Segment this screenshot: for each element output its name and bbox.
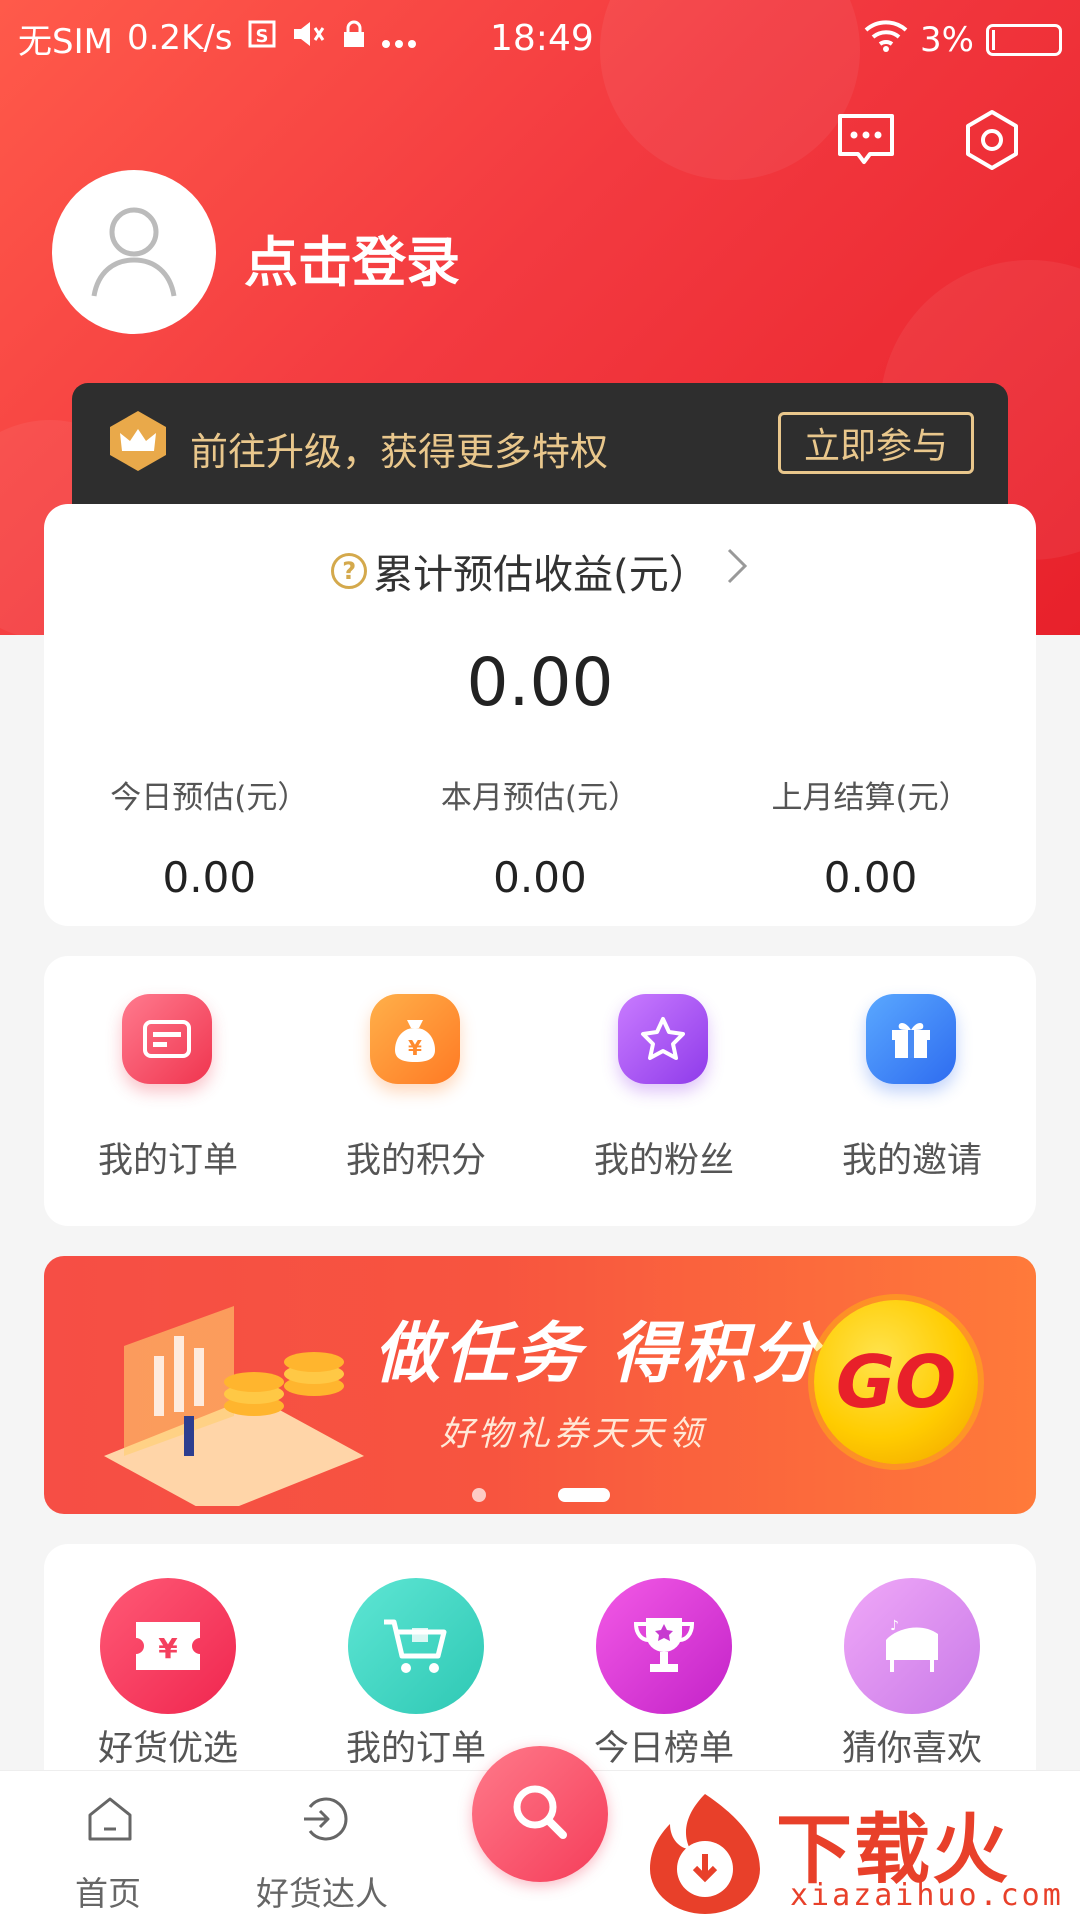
feature-item-orders[interactable]: 我的订单 xyxy=(292,1544,540,1784)
star-icon xyxy=(618,994,708,1084)
screenshot-icon: S xyxy=(247,18,277,58)
settings-button[interactable] xyxy=(960,108,1024,172)
menu-item-fans[interactable]: 我的粉丝 xyxy=(540,956,788,1226)
login-link[interactable]: 点击登录 xyxy=(244,218,460,297)
coupon-yen-icon: ¥ xyxy=(100,1578,236,1714)
menu-label: 我的积分 xyxy=(345,1141,486,1181)
question-icon[interactable]: ? xyxy=(331,553,368,589)
stat-month: 本月预估(元） 0.00 xyxy=(375,772,706,902)
stat-label: 今日预估(元） xyxy=(110,780,309,816)
promo-illustration xyxy=(104,1306,364,1506)
mute-icon xyxy=(291,18,327,58)
avatar-user-icon xyxy=(86,200,182,304)
my-menu-card: 我的订单 ¥ 我的积分 我的粉丝 我的邀请 xyxy=(44,956,1036,1226)
feature-item-guess-like[interactable]: ♪ 猜你喜欢 xyxy=(788,1544,1036,1784)
battery-icon xyxy=(986,23,1062,56)
home-icon xyxy=(86,1795,134,1843)
earnings-total: 0.00 xyxy=(466,644,614,721)
go-text: GO xyxy=(835,1340,957,1424)
join-now-button[interactable]: 立即参与 xyxy=(778,412,974,474)
wifi-icon xyxy=(864,18,908,61)
feature-item-good-picks[interactable]: ¥ 好货优选 xyxy=(44,1544,292,1784)
piano-icon: ♪ xyxy=(844,1578,980,1714)
carrier-text: 无SIM xyxy=(18,21,113,62)
svg-text:¥: ¥ xyxy=(408,1036,422,1060)
feature-label: 猜你喜欢 xyxy=(841,1729,982,1769)
menu-label: 我的邀请 xyxy=(841,1141,982,1181)
svg-text:♪: ♪ xyxy=(890,1618,899,1634)
avatar[interactable] xyxy=(52,170,216,334)
lock-icon xyxy=(341,18,367,58)
cart-icon xyxy=(348,1578,484,1714)
feature-item-ranking[interactable]: 今日榜单 xyxy=(540,1544,788,1784)
battery-percent: 3% xyxy=(920,19,974,60)
money-bag-icon: ¥ xyxy=(370,994,460,1084)
message-button[interactable] xyxy=(834,108,898,172)
search-icon xyxy=(505,1777,575,1851)
tab-home[interactable]: 首页 xyxy=(8,1771,208,1920)
stat-label: 本月预估(元） xyxy=(440,780,639,816)
promo-subtitle: 好物礼券天天领 xyxy=(440,1414,706,1454)
watermark-url: xiazaihuo.com xyxy=(790,1878,1064,1913)
network-speed: 0.2K/s xyxy=(126,18,233,58)
promo-title: 做任务 得积分 xyxy=(374,1315,821,1392)
upgrade-banner: 前往升级，获得更多特权 立即参与 xyxy=(72,383,1008,505)
menu-label: 我的订单 xyxy=(97,1141,238,1181)
earnings-card: ? 累计预估收益(元） 0.00 今日预估(元） 0.00 本月预估(元） 0.… xyxy=(44,504,1036,926)
earnings-title-row[interactable]: ? 累计预估收益(元） xyxy=(44,542,1036,600)
carousel-dot-active[interactable] xyxy=(558,1488,610,1502)
login-arrow-icon xyxy=(300,1795,348,1843)
svg-text:S: S xyxy=(255,26,268,47)
status-bar: 无SIM 0.2K/s S 18:49 3% xyxy=(0,0,1080,76)
message-icon xyxy=(834,114,898,176)
stat-value: 0.00 xyxy=(823,853,918,902)
search-button[interactable] xyxy=(472,1746,608,1882)
upgrade-text: 前往升级，获得更多特权 xyxy=(190,430,609,474)
tab-label: 好货达人 xyxy=(256,1874,388,1913)
carousel-dot[interactable] xyxy=(472,1488,486,1502)
menu-item-orders[interactable]: 我的订单 xyxy=(44,956,292,1226)
stat-value: 0.00 xyxy=(162,853,257,902)
gift-icon xyxy=(866,994,956,1084)
svg-text:¥: ¥ xyxy=(158,1632,178,1665)
promo-banner[interactable]: 做任务 得积分 好物礼券天天领 GO xyxy=(44,1256,1036,1514)
status-time: 18:49 xyxy=(490,18,594,59)
menu-item-invites[interactable]: 我的邀请 xyxy=(788,956,1036,1226)
go-button[interactable]: GO xyxy=(814,1300,978,1464)
settings-icon xyxy=(960,110,1024,176)
more-dots-icon xyxy=(381,18,417,58)
order-card-icon xyxy=(122,994,212,1084)
tab-label: 首页 xyxy=(75,1874,141,1913)
stat-today: 今日预估(元） 0.00 xyxy=(44,772,375,902)
stat-label: 上月结算(元） xyxy=(771,780,970,816)
trophy-icon xyxy=(596,1578,732,1714)
stat-last-month: 上月结算(元） 0.00 xyxy=(705,772,1036,902)
tab-daren[interactable]: 好货达人 xyxy=(222,1771,422,1920)
feature-label: 好货优选 xyxy=(97,1729,238,1769)
watermark: 下载火 xiazaihuo.com xyxy=(640,1780,1080,1920)
earnings-title: 累计预估收益(元） xyxy=(373,552,709,598)
stat-value: 0.00 xyxy=(493,853,587,902)
menu-item-points[interactable]: ¥ 我的积分 xyxy=(292,956,540,1226)
crown-icon xyxy=(106,409,170,473)
menu-label: 我的粉丝 xyxy=(593,1141,734,1181)
earnings-stats: 今日预估(元） 0.00 本月预估(元） 0.00 上月结算(元） 0.00 xyxy=(44,772,1036,902)
chevron-right-icon xyxy=(725,546,749,596)
flame-logo-icon xyxy=(650,1794,760,1914)
